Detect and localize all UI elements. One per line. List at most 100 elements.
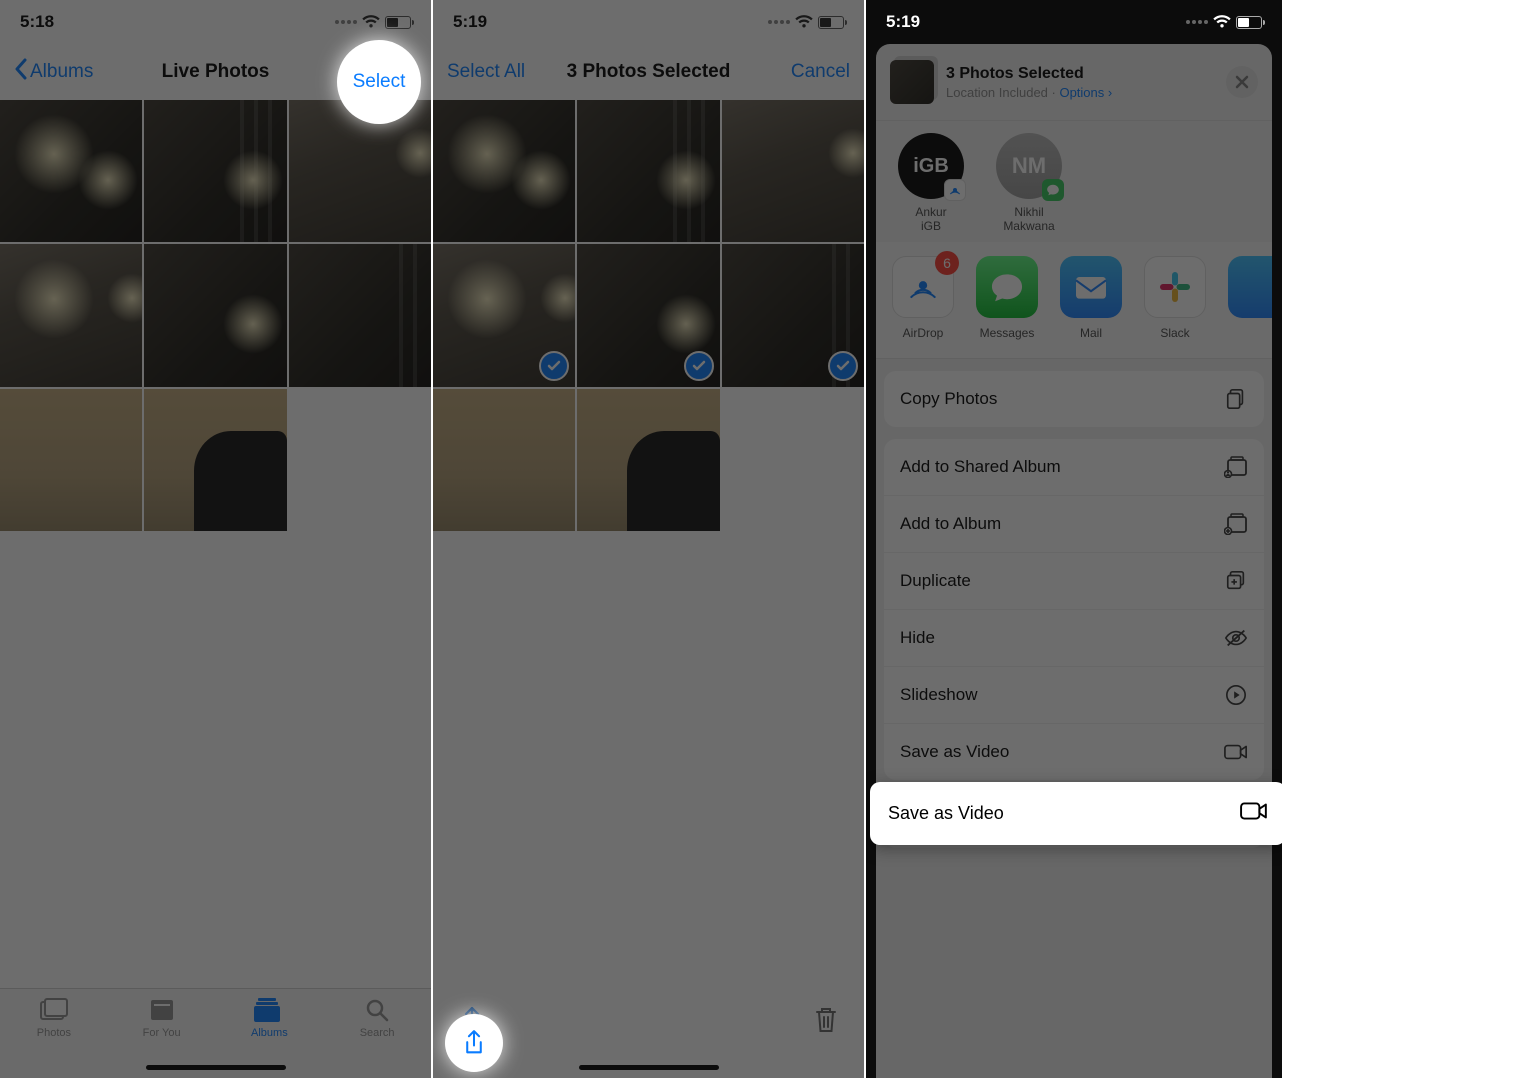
share-header: 3 Photos Selected Location Included · Op…: [876, 44, 1272, 121]
screen-photos-selected: 5:19 Select All 3 Photos Selected Cancel: [433, 0, 866, 1078]
airdrop-badge-icon: [944, 179, 966, 201]
contact-ankur[interactable]: iGB Ankur iGB: [892, 133, 970, 234]
photo-thumb[interactable]: [0, 389, 142, 531]
photo-thumb[interactable]: [144, 244, 286, 386]
status-icons: [335, 15, 411, 29]
status-time: 5:19: [453, 12, 487, 32]
video-icon: [1224, 740, 1248, 764]
nav-bar: Select All 3 Photos Selected Cancel: [433, 44, 864, 100]
duplicate-icon: [1224, 569, 1248, 593]
avatar: iGB: [898, 133, 964, 199]
airdrop-icon: 6: [892, 256, 954, 318]
status-icons: [1186, 15, 1262, 29]
status-bar: 5:19: [866, 0, 1282, 44]
app-messages[interactable]: Messages: [976, 256, 1038, 340]
messages-badge-icon: [1042, 179, 1064, 201]
apps-row: 6 AirDrop Messages Mail: [876, 242, 1272, 359]
action-hide[interactable]: Hide: [884, 610, 1264, 667]
action-save-video[interactable]: Save as Video: [884, 724, 1264, 780]
photo-thumb[interactable]: [0, 244, 142, 386]
photo-thumb-selected[interactable]: [722, 244, 864, 386]
share-sub: Location Included · Options ›: [946, 85, 1112, 100]
action-duplicate[interactable]: Duplicate: [884, 553, 1264, 610]
photo-thumb[interactable]: [289, 244, 431, 386]
screen-live-photos: 5:18 Albums Live Photos Select: [0, 0, 433, 1078]
contact-label: Ankur iGB: [915, 205, 946, 234]
copy-icon: [1224, 387, 1248, 411]
battery-icon: [818, 16, 844, 29]
wifi-icon: [1213, 15, 1231, 29]
photo-thumb[interactable]: [433, 100, 575, 242]
tab-label: For You: [143, 1027, 181, 1039]
more-icon: [1228, 256, 1272, 318]
cancel-button[interactable]: Cancel: [791, 61, 850, 83]
photos-icon: [39, 997, 69, 1023]
app-slack[interactable]: Slack: [1144, 256, 1206, 340]
app-more[interactable]: [1228, 256, 1272, 340]
app-label: AirDrop: [903, 326, 944, 340]
back-button[interactable]: Albums: [14, 58, 93, 86]
photo-thumb[interactable]: [722, 100, 864, 242]
video-icon: [1240, 800, 1268, 827]
contacts-row: iGB Ankur iGB NM Nikhil Makwana: [876, 121, 1272, 242]
highlight-share: [445, 1014, 503, 1072]
battery-icon: [385, 16, 411, 29]
albums-icon: [254, 997, 284, 1023]
tab-search[interactable]: Search: [323, 989, 431, 1078]
trash-button[interactable]: [814, 1006, 838, 1039]
photo-thumb[interactable]: [577, 100, 719, 242]
app-label: Messages: [980, 326, 1035, 340]
action-add-shared-album[interactable]: Add to Shared Album: [884, 439, 1264, 496]
action-add-album[interactable]: Add to Album: [884, 496, 1264, 553]
album-icon: [1224, 512, 1248, 536]
select-all-button[interactable]: Select All: [447, 61, 525, 83]
status-bar: 5:19: [433, 0, 864, 44]
photo-thumb-selected[interactable]: [433, 244, 575, 386]
foryou-icon: [147, 997, 177, 1023]
actions-list: Copy Photos Add to Shared Album Add to A…: [876, 359, 1272, 848]
app-airdrop[interactable]: 6 AirDrop: [892, 256, 954, 340]
wifi-icon: [362, 15, 380, 29]
contact-nikhil[interactable]: NM Nikhil Makwana: [990, 133, 1068, 234]
wifi-icon: [795, 15, 813, 29]
messages-icon: [976, 256, 1038, 318]
photo-thumb[interactable]: [144, 389, 286, 531]
checkmark-icon: [684, 351, 714, 381]
action-copy-photos[interactable]: Copy Photos: [884, 371, 1264, 427]
home-indicator[interactable]: [579, 1065, 719, 1070]
photo-thumb[interactable]: [577, 389, 719, 531]
contact-label: Nikhil Makwana: [1003, 205, 1054, 234]
share-thumb: [890, 60, 934, 104]
photo-thumb[interactable]: [289, 100, 431, 242]
photo-thumb[interactable]: [433, 389, 575, 531]
action-slideshow[interactable]: Slideshow: [884, 667, 1264, 724]
play-icon: [1224, 683, 1248, 707]
back-label: Albums: [30, 61, 93, 83]
highlight-select: Select: [337, 40, 421, 124]
photo-thumb[interactable]: [144, 100, 286, 242]
tab-label: Albums: [251, 1027, 288, 1039]
photo-thumb[interactable]: [0, 100, 142, 242]
options-button[interactable]: Options ›: [1059, 85, 1112, 100]
shared-album-icon: [1224, 455, 1248, 479]
mail-icon: [1060, 256, 1122, 318]
tab-photos[interactable]: Photos: [0, 989, 108, 1078]
photo-thumb-selected[interactable]: [577, 244, 719, 386]
status-bar: 5:18: [0, 0, 431, 44]
screen-share-sheet: 5:19 3 Photos Selected Location Included…: [866, 0, 1282, 1078]
app-label: Mail: [1080, 326, 1102, 340]
tab-label: Search: [360, 1027, 395, 1039]
app-label: Slack: [1160, 326, 1189, 340]
app-mail[interactable]: Mail: [1060, 256, 1122, 340]
close-button[interactable]: [1226, 66, 1258, 98]
share-sheet: 3 Photos Selected Location Included · Op…: [876, 44, 1272, 1078]
share-title: 3 Photos Selected: [946, 65, 1112, 83]
photo-grid: [433, 100, 864, 531]
avatar: NM: [996, 133, 1062, 199]
battery-icon: [1236, 16, 1262, 29]
status-time: 5:18: [20, 12, 54, 32]
status-icons: [768, 15, 844, 29]
tab-label: Photos: [37, 1027, 71, 1039]
chevron-left-icon: [14, 58, 28, 86]
home-indicator[interactable]: [146, 1065, 286, 1070]
